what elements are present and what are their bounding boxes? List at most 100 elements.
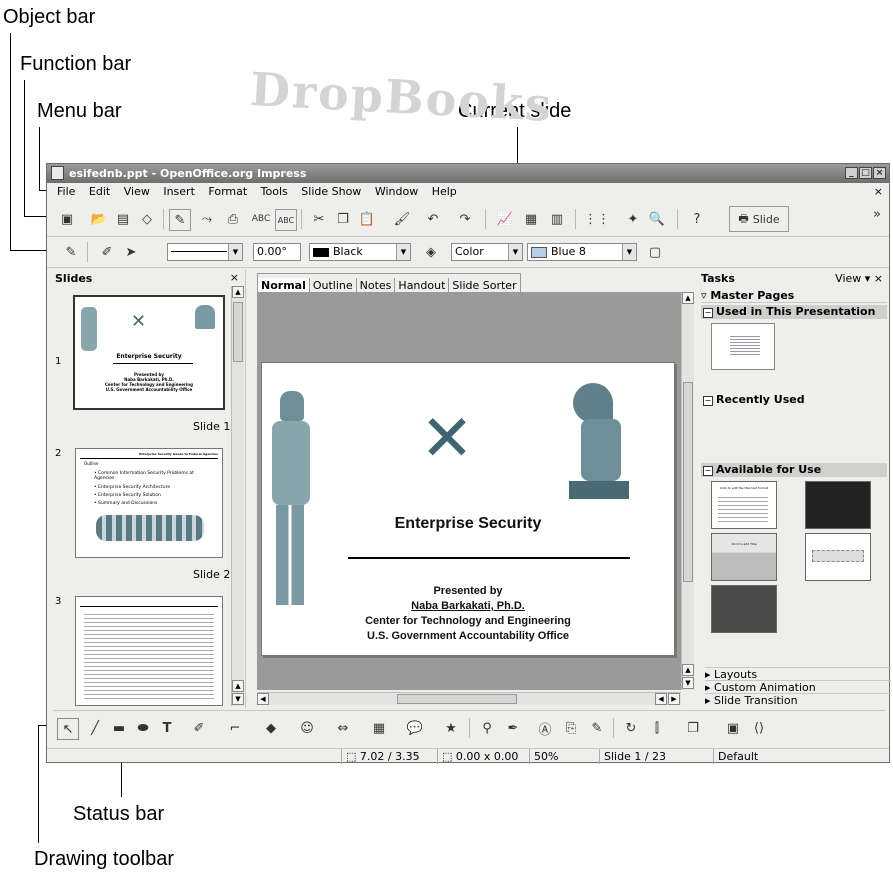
zoom-icon[interactable]: 🔍 (647, 209, 667, 229)
menu-view[interactable]: View (124, 183, 150, 201)
connector-icon[interactable]: ⌐ (225, 718, 245, 738)
scroll-up-icon[interactable]: ▲ (232, 680, 244, 692)
export-pdf-icon[interactable]: ⤳ (197, 209, 217, 229)
scroll-up-icon[interactable]: ▲ (682, 292, 694, 304)
select-arrow-icon[interactable]: ↖ (57, 718, 79, 740)
scroll-thumb[interactable] (233, 302, 243, 362)
text-icon[interactable]: T (157, 718, 177, 738)
used-header[interactable]: − Used in This Presentation (701, 305, 887, 319)
line-style-select[interactable]: ▼ (167, 243, 243, 261)
basic-shapes-icon[interactable]: ◆ (261, 718, 281, 738)
menu-insert[interactable]: Insert (163, 183, 195, 201)
slide-thumbnail-2[interactable]: Enterprise Security Issues to Federal Ag… (75, 448, 223, 558)
toggle-extrusion-icon[interactable]: ⟨⟩ (749, 718, 769, 738)
slide-button[interactable]: 🖶 Slide (729, 206, 789, 232)
gallery-icon[interactable]: ✎ (587, 718, 607, 738)
grid-icon[interactable]: ⋮⋮ (584, 209, 610, 229)
menu-tools[interactable]: Tools (261, 183, 288, 201)
slide-thumbnail-3[interactable] (75, 596, 223, 706)
table-icon[interactable]: ▦ (521, 209, 541, 229)
block-arrows-icon[interactable]: ⇔ (333, 718, 353, 738)
glue-points-icon[interactable]: ✒ (503, 718, 523, 738)
open-icon[interactable]: 📂 (89, 209, 109, 229)
save-icon[interactable]: ▤ (113, 209, 133, 229)
help-icon[interactable]: ? (687, 209, 707, 229)
scroll-right-icon[interactable]: ▶ (668, 693, 680, 705)
flowchart-icon[interactable]: ▦ (369, 718, 389, 738)
edit-mode-icon[interactable]: ✎ (169, 209, 191, 231)
master-template-charcoal[interactable] (711, 585, 777, 633)
document-close-icon[interactable]: × (874, 183, 883, 201)
line-tool-icon[interactable]: ╱ (85, 718, 105, 738)
layouts-section[interactable]: ▸ Layouts (705, 667, 891, 681)
fontwork-icon[interactable]: Ⓐ (535, 718, 555, 738)
master-pages-header[interactable]: ▿ Master Pages (701, 289, 887, 303)
tasks-view-menu[interactable]: View ▾ × (835, 272, 883, 285)
edit-vscrollbar[interactable]: ▲ ▲ ▼ (681, 292, 694, 690)
tab-notes[interactable]: Notes (357, 278, 396, 293)
line-icon[interactable]: ✐ (97, 242, 117, 262)
new-document-icon[interactable]: ▣ (57, 209, 77, 229)
line-color-select[interactable]: Black ▼ (309, 243, 411, 261)
master-template-dark[interactable] (805, 481, 871, 529)
scroll-up-icon[interactable]: ▲ (232, 286, 244, 298)
recent-header[interactable]: − Recently Used (701, 393, 887, 407)
from-file-icon[interactable]: ⎘ (561, 718, 581, 738)
menu-window[interactable]: Window (375, 183, 418, 201)
tab-slide-sorter[interactable]: Slide Sorter (449, 278, 519, 293)
scroll-thumb[interactable] (397, 694, 517, 704)
print-icon[interactable]: ⎙ (223, 209, 243, 229)
curve-icon[interactable]: ✐ (189, 718, 209, 738)
align-icon[interactable]: ⫿ (647, 718, 667, 738)
slide-thumbnail-1[interactable]: ✕ Enterprise Security Presented by Naba … (73, 295, 225, 410)
redo-icon[interactable]: ↷ (455, 209, 475, 229)
scroll-thumb[interactable] (683, 382, 693, 582)
scroll-up-icon[interactable]: ▲ (682, 664, 694, 676)
fill-color-select[interactable]: Blue 8 ▼ (527, 243, 637, 261)
rectangle-icon[interactable]: ▬ (109, 718, 129, 738)
smiley-icon[interactable]: ☺ (297, 718, 317, 738)
menu-file[interactable]: File (57, 183, 75, 201)
shadow-icon[interactable]: ▣ (723, 718, 743, 738)
insert-object-icon[interactable]: ▥ (547, 209, 567, 229)
scroll-down-icon[interactable]: ▼ (682, 677, 694, 689)
slides-scrollbar[interactable]: ▲ ▲ ▼ (231, 286, 244, 706)
minimize-button[interactable]: _ (845, 167, 858, 179)
area-fill-icon[interactable]: ◈ (421, 242, 441, 262)
paste-icon[interactable]: 📋 (357, 209, 377, 229)
edit-file-icon[interactable]: ◇ (137, 209, 157, 229)
used-thumbnail[interactable] (711, 323, 775, 370)
navigator-icon[interactable]: ✦ (623, 209, 643, 229)
format-paintbrush-icon[interactable]: 🖌 (392, 209, 412, 229)
edit-hscrollbar[interactable]: ◀ ◀ ▶ (257, 692, 681, 705)
tab-normal[interactable]: Normal (258, 278, 310, 293)
scroll-left-icon[interactable]: ◀ (655, 693, 667, 705)
arrow-style-icon[interactable]: ➤ (121, 242, 141, 262)
chart-icon[interactable]: 📈 (495, 209, 515, 229)
menu-help[interactable]: Help (432, 183, 457, 201)
menu-format[interactable]: Format (208, 183, 247, 201)
tab-handout[interactable]: Handout (395, 278, 450, 293)
undo-icon[interactable]: ↶ (423, 209, 443, 229)
master-template-stripe[interactable] (805, 533, 871, 581)
callouts-icon[interactable]: 💬 (405, 718, 425, 738)
master-template-gray[interactable]: Click to add Title (711, 533, 777, 581)
close-button[interactable]: × (873, 167, 886, 179)
scroll-left-icon[interactable]: ◀ (257, 693, 269, 705)
points-icon[interactable]: ⚲ (477, 718, 497, 738)
menu-edit[interactable]: Edit (89, 183, 110, 201)
rotate-icon[interactable]: ↻ (621, 718, 641, 738)
ellipse-icon[interactable]: ⬬ (133, 718, 153, 738)
shadow-icon[interactable]: ▢ (645, 242, 665, 262)
available-header[interactable]: − Available for Use (701, 463, 887, 477)
toolbar-overflow-icon[interactable]: » (867, 204, 887, 224)
spellcheck-icon[interactable]: ABC (251, 209, 271, 229)
arrange-icon[interactable]: ❐ (683, 718, 703, 738)
stars-icon[interactable]: ★ (441, 718, 461, 738)
current-slide[interactable]: ✕ Enterprise Security Presented by Naba … (261, 362, 675, 656)
line-width-spinner[interactable]: 0.00° (253, 243, 301, 261)
edit-points-icon[interactable]: ✎ (61, 242, 81, 262)
cut-icon[interactable]: ✂ (309, 209, 329, 229)
master-template-white[interactable]: Click to edit the title text format (711, 481, 777, 529)
slides-panel-close-icon[interactable]: × (230, 271, 239, 284)
